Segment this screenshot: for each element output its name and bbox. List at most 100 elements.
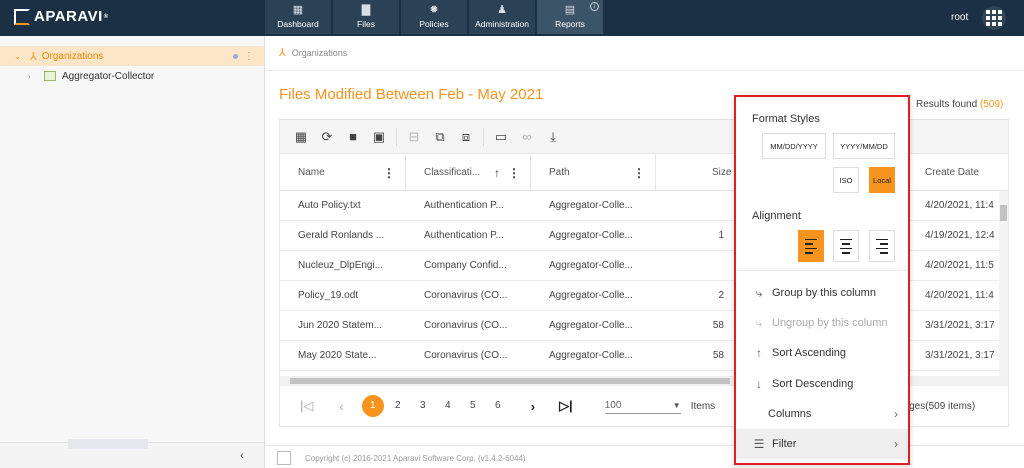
page-4-button[interactable]: 4	[437, 395, 459, 417]
align-left-icon	[805, 243, 813, 245]
column-menu-icon[interactable]: ⋮	[633, 155, 645, 191]
chevron-right-icon[interactable]: ›	[28, 72, 38, 81]
collapse-sidebar-icon[interactable]: ‹	[240, 448, 244, 462]
scrollbar-thumb[interactable]	[1000, 205, 1007, 221]
menu-item-ungroup-by-column[interactable]: ⤷ Ungroup by this column	[736, 308, 908, 338]
page-2-button[interactable]: 2	[387, 395, 409, 417]
print-icon[interactable]: ▭	[488, 129, 514, 145]
scrollbar-thumb[interactable]	[290, 378, 730, 384]
align-left-button[interactable]	[798, 230, 824, 262]
column-header-label: Size	[712, 167, 732, 178]
save-as-icon[interactable]: ▣	[366, 129, 392, 145]
page-5-button[interactable]: 5	[462, 395, 484, 417]
collapse-icon[interactable]: ⧈	[453, 129, 479, 145]
cell-name: Gerald Ronlands ...	[298, 230, 385, 241]
align-right-button[interactable]	[869, 230, 895, 262]
page-3-button[interactable]: 3	[412, 395, 434, 417]
cell-size: 2	[718, 290, 724, 301]
nav-tab-dashboard[interactable]: ▦ Dashboard	[265, 0, 331, 34]
cell-create-date: 4/20/2021, 11:4	[925, 200, 994, 211]
cell-path: Aggregator-Colle...	[549, 320, 633, 331]
nav-tab-label: Administration	[475, 19, 529, 29]
cell-classification: Company Confid...	[424, 260, 507, 271]
menu-item-sort-descending[interactable]: ↓ Sort Descending	[736, 369, 908, 399]
nav-tab-administration[interactable]: ♟ Administration	[469, 0, 535, 34]
expand-icon[interactable]: ⧉	[427, 129, 453, 145]
apps-grid-button[interactable]	[982, 6, 1006, 30]
breadcrumb: ⅄ Organizations	[279, 46, 347, 59]
column-header-size[interactable]: Size	[656, 155, 746, 191]
previous-page-button[interactable]: ‹	[339, 399, 343, 414]
format-local-button[interactable]: Local	[869, 167, 895, 193]
tree-item-organizations[interactable]: ⌄ ⅄ Organizations ⋮	[0, 46, 264, 66]
chevron-down-icon[interactable]: ⌄	[14, 52, 24, 61]
nav-tab-reports[interactable]: i ▤ Reports	[537, 0, 603, 34]
cell-classification: Coronavirus (CO...	[424, 320, 508, 331]
cell-classification: Coronavirus (CO...	[424, 350, 508, 361]
top-navigation-bar: APARAVI ® ▦ Dashboard ▇ Files ✹ Policies…	[0, 0, 1024, 36]
page-1-button[interactable]: 1	[361, 395, 384, 417]
tree-item-label: Organizations	[41, 50, 104, 62]
cell-create-date: 4/20/2021, 11:5	[925, 260, 994, 271]
column-header-create-date[interactable]: Create Date	[907, 155, 999, 191]
page-6-button[interactable]: 6	[487, 395, 509, 417]
align-right-icon	[880, 243, 888, 245]
cell-name: Nucleuz_DlpEngi...	[298, 260, 384, 271]
brand-name: APARAVI	[34, 8, 103, 25]
align-right-icon	[880, 252, 888, 254]
nav-tab-label: Files	[357, 19, 375, 29]
column-header-classification[interactable]: Classificati... ↑ ⋮	[406, 155, 531, 191]
more-options-icon[interactable]: ⋮	[244, 51, 254, 62]
cell-classification: Authentication P...	[424, 230, 504, 241]
nav-tab-label: Dashboard	[277, 19, 319, 29]
download-icon[interactable]: ⤓	[540, 129, 566, 145]
last-page-button[interactable]: ▷|	[559, 398, 573, 414]
column-header-name[interactable]: Name ⋮	[280, 155, 406, 191]
aparavi-logo-icon	[14, 8, 30, 25]
chevron-right-icon: ›	[894, 437, 898, 451]
column-header-label: Name	[298, 167, 325, 178]
align-left-icon	[805, 238, 817, 240]
first-page-button[interactable]: |◁	[300, 398, 313, 414]
sort-ascending-icon: ↑	[494, 166, 500, 180]
format-iso-button[interactable]: ISO	[833, 167, 859, 193]
next-page-button[interactable]: ›	[531, 399, 535, 414]
menu-item-label: Columns	[768, 408, 812, 420]
column-header-path[interactable]: Path ⋮	[531, 155, 656, 191]
page-size-select[interactable]: 100	[604, 398, 681, 414]
split-icon[interactable]: ⊟	[401, 129, 427, 145]
save-icon[interactable]: ■	[340, 129, 366, 144]
menu-item-filter[interactable]: ☰ Filter ›	[736, 429, 908, 459]
menu-item-label: Ungroup by this column	[772, 317, 888, 329]
nav-tab-policies[interactable]: ✹ Policies	[401, 0, 467, 34]
column-menu-icon[interactable]: ⋮	[508, 155, 520, 191]
cell-size: 58	[712, 350, 724, 361]
cell-name: May 2020 State...	[298, 350, 377, 361]
organization-icon: ⅄	[279, 47, 286, 59]
user-name[interactable]: root	[951, 12, 968, 23]
cell-path: Aggregator-Colle...	[549, 290, 633, 301]
menu-item-columns[interactable]: Columns ›	[736, 399, 908, 429]
link-icon[interactable]: ∞	[514, 129, 540, 144]
menu-item-sort-ascending[interactable]: ↑ Sort Ascending	[736, 338, 908, 368]
refresh-icon[interactable]: ⟳	[314, 129, 340, 145]
table-icon[interactable]: ▦	[288, 129, 314, 145]
format-mm-dd-yyyy-button[interactable]: MM/DD/YYYY	[762, 133, 826, 159]
aparavi-logo[interactable]: APARAVI ®	[14, 8, 109, 25]
tree-item-aggregator-collector[interactable]: › Aggregator-Collector	[0, 66, 154, 86]
format-yyyy-mm-dd-button[interactable]: YYYY/MM/DD	[833, 133, 895, 159]
nav-tab-files[interactable]: ▇ Files	[333, 0, 399, 34]
column-menu-icon[interactable]: ⋮	[383, 155, 395, 191]
vertical-scrollbar[interactable]	[999, 191, 1008, 376]
cell-size	[656, 251, 724, 281]
info-icon[interactable]: i	[590, 2, 599, 11]
users-icon: ♟	[497, 4, 507, 16]
apps-grid-icon	[992, 22, 996, 26]
menu-item-group-by-column[interactable]: ⤷ Group by this column	[736, 278, 908, 308]
format-styles-label: Format Styles	[752, 113, 820, 125]
align-center-button[interactable]	[833, 230, 859, 262]
chevron-right-icon: ›	[894, 407, 898, 421]
gear-icon: ✹	[429, 4, 439, 16]
cell-path: Aggregator-Colle...	[549, 200, 633, 211]
breadcrumb-item[interactable]: Organizations	[292, 48, 348, 58]
